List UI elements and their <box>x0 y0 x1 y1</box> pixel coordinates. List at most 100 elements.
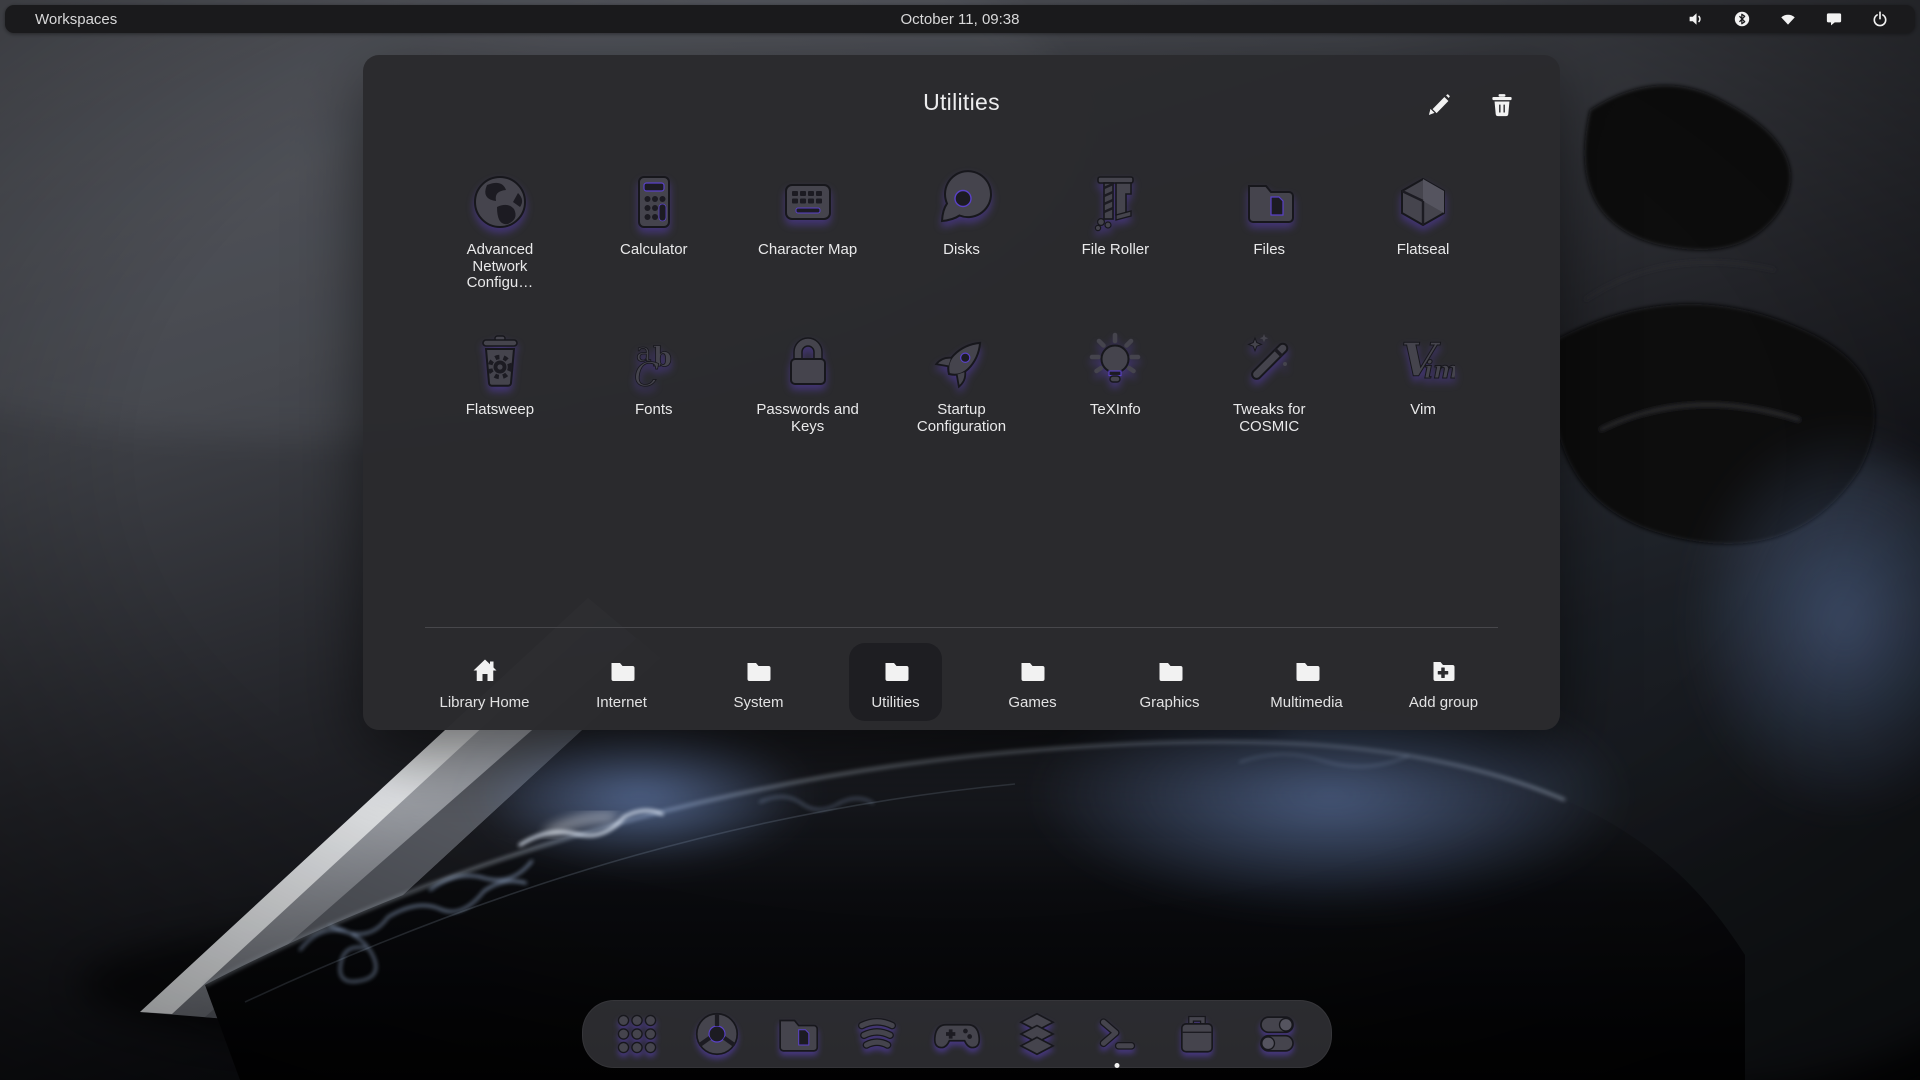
tab-label: Library Home <box>439 694 530 711</box>
volume-icon[interactable] <box>1687 10 1705 28</box>
music-icon <box>850 1007 904 1061</box>
app-advanced-network-configu[interactable]: Advanced Network Configu… <box>423 170 577 330</box>
workspaces-button[interactable]: Workspaces <box>5 11 117 28</box>
dock-item-gamepad[interactable] <box>930 1007 984 1061</box>
app-files[interactable]: Files <box>1192 170 1346 330</box>
app-library-window: Utilities Advanced Network Configu… Calc… <box>363 55 1560 730</box>
folder-icon <box>880 655 912 687</box>
layers-icon <box>1010 1007 1064 1061</box>
flatseal-icon <box>1391 170 1455 234</box>
dock <box>582 1000 1332 1068</box>
app-label: Passwords and Keys <box>756 401 859 435</box>
power-icon[interactable] <box>1871 10 1889 28</box>
system-tray <box>1687 10 1915 28</box>
app-disks[interactable]: Disks <box>885 170 1039 330</box>
briefcase-icon <box>1170 1007 1224 1061</box>
tab-label: Add group <box>1408 694 1479 711</box>
dock-item-terminal[interactable] <box>1090 1007 1144 1061</box>
app-label: Startup Configuration <box>916 401 1007 435</box>
edit-group-button[interactable] <box>1424 91 1452 119</box>
app-character-map[interactable]: Character Map <box>731 170 885 330</box>
dock-item-music[interactable] <box>850 1007 904 1061</box>
app-label: Flatsweep <box>465 401 535 418</box>
dock-item-browser[interactable] <box>690 1007 744 1061</box>
tab-label: Multimedia <box>1270 694 1343 711</box>
tab-multimedia[interactable]: Multimedia <box>1238 643 1375 721</box>
globe-icon <box>468 170 532 234</box>
app-label: Flatseal <box>1396 241 1450 258</box>
folder-icon <box>1016 655 1048 687</box>
disks-icon <box>929 170 993 234</box>
clock[interactable]: October 11, 09:38 <box>5 11 1915 28</box>
app-label: Calculator <box>620 241 688 258</box>
tab-label: System <box>733 694 784 711</box>
dock-item-files[interactable] <box>770 1007 824 1061</box>
folder-icon <box>742 655 774 687</box>
app-label: Advanced Network Configu… <box>466 241 534 291</box>
home-icon <box>469 655 501 687</box>
wifi-icon[interactable] <box>1779 10 1797 28</box>
app-label: TeXInfo <box>1089 401 1141 418</box>
folder-plus-icon <box>1427 655 1459 687</box>
app-label: Disks <box>943 241 980 258</box>
vim-icon <box>1391 330 1455 394</box>
app-passwords-and-keys[interactable]: Passwords and Keys <box>731 330 885 490</box>
app-fonts[interactable]: Fonts <box>577 330 731 490</box>
calculator-icon <box>622 170 686 234</box>
app-texinfo[interactable]: TeXInfo <box>1038 330 1192 490</box>
app-grid: Advanced Network Configu… Calculator Cha… <box>423 170 1500 490</box>
tab-label: Utilities <box>871 694 920 711</box>
files-icon <box>1237 170 1301 234</box>
wand-icon <box>1237 330 1301 394</box>
toggles-icon <box>1250 1007 1304 1061</box>
app-label: Fonts <box>635 401 673 418</box>
folder-icon <box>606 655 638 687</box>
app-file-roller[interactable]: File Roller <box>1038 170 1192 330</box>
charmap-icon <box>776 170 840 234</box>
app-flatseal[interactable]: Flatseal <box>1346 170 1500 330</box>
tab-label: Internet <box>596 694 647 711</box>
terminal-icon <box>1090 1007 1144 1061</box>
folder-icon <box>1291 655 1323 687</box>
app-label: Character Map <box>758 241 858 258</box>
tab-add-group[interactable]: Add group <box>1375 643 1512 721</box>
app-startup-configuration[interactable]: Startup Configuration <box>885 330 1039 490</box>
app-vim[interactable]: Vim <box>1346 330 1500 490</box>
bluetooth-icon[interactable] <box>1733 10 1751 28</box>
appgrid-icon <box>610 1007 664 1061</box>
fileroller-icon <box>1083 170 1147 234</box>
tab-library-home[interactable]: Library Home <box>416 643 553 721</box>
tab-games[interactable]: Games <box>964 643 1101 721</box>
group-tabs: Library Home Internet System Utilities G… <box>416 643 1513 721</box>
tab-label: Graphics <box>1139 694 1200 711</box>
dock-item-app-grid[interactable] <box>610 1007 664 1061</box>
app-label: Files <box>1253 241 1286 258</box>
dock-item-settings-toggles[interactable] <box>1250 1007 1304 1061</box>
pencil-icon <box>1424 91 1452 119</box>
dock-item-layers[interactable] <box>1010 1007 1064 1061</box>
browser-icon <box>690 1007 744 1061</box>
top-panel: Workspaces October 11, 09:38 <box>5 5 1915 33</box>
group-actions <box>1424 91 1516 119</box>
fonts-icon <box>622 330 686 394</box>
gamepad-icon <box>930 1007 984 1061</box>
app-calculator[interactable]: Calculator <box>577 170 731 330</box>
tab-system[interactable]: System <box>690 643 827 721</box>
app-label: File Roller <box>1081 241 1150 258</box>
docfolder-icon <box>770 1007 824 1061</box>
dock-item-briefcase[interactable] <box>1170 1007 1224 1061</box>
tab-internet[interactable]: Internet <box>553 643 690 721</box>
tab-graphics[interactable]: Graphics <box>1101 643 1238 721</box>
delete-group-button[interactable] <box>1488 91 1516 119</box>
bulb-icon <box>1083 330 1147 394</box>
group-title: Utilities <box>923 89 1000 115</box>
lock-icon <box>776 330 840 394</box>
rocket-icon <box>929 330 993 394</box>
tab-label: Games <box>1008 694 1057 711</box>
flatsweep-icon <box>468 330 532 394</box>
tab-utilities[interactable]: Utilities <box>827 643 964 721</box>
app-label: Tweaks for COSMIC <box>1232 401 1306 435</box>
chat-icon[interactable] <box>1825 10 1843 28</box>
app-tweaks-for-cosmic[interactable]: Tweaks for COSMIC <box>1192 330 1346 490</box>
app-flatsweep[interactable]: Flatsweep <box>423 330 577 490</box>
